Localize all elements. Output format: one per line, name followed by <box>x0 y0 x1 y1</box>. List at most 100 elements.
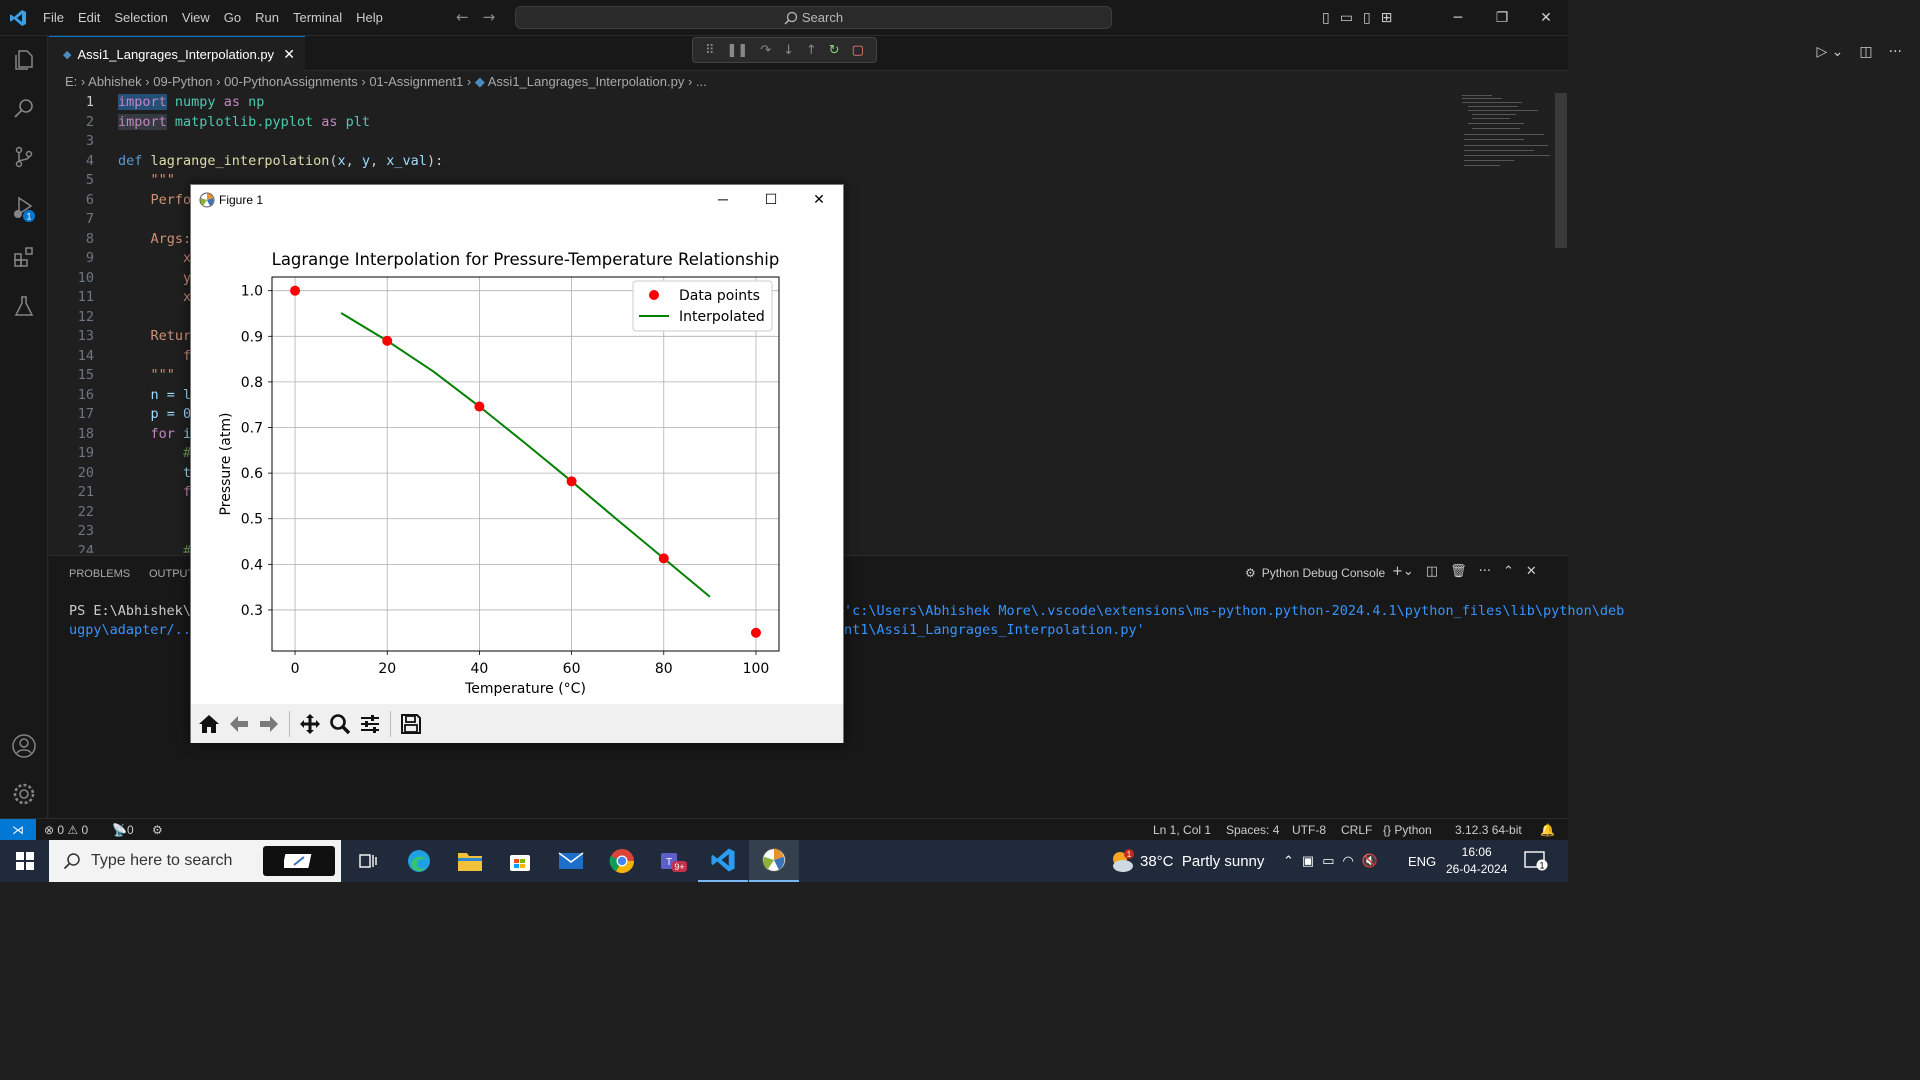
breadcrumb-item[interactable]: Assi1_Langrages_Interpolation.py <box>488 74 685 89</box>
toggle-panel-icon[interactable]: ▭ <box>1340 10 1353 26</box>
close-tab-icon[interactable]: ✕ <box>283 46 295 63</box>
close-icon[interactable]: ✕ <box>1524 10 1568 26</box>
meet-now-icon[interactable]: ▣ <box>1302 853 1314 869</box>
windows-start-icon[interactable] <box>0 840 50 882</box>
configure-subplots-icon[interactable] <box>358 712 382 736</box>
cursor-position[interactable]: Ln 1, Col 1 <box>1153 823 1211 837</box>
terminal-selector[interactable]: ⚙ Python Debug Console <box>1245 566 1385 580</box>
command-center-search[interactable]: Search <box>515 6 1112 29</box>
ports-status[interactable]: 📡0 <box>112 823 134 837</box>
line-number: 11 <box>77 289 94 305</box>
code-line: 13 Retur <box>49 327 191 347</box>
tab-output[interactable]: OUTPUT <box>149 568 194 580</box>
menu-item[interactable]: Terminal <box>286 10 349 25</box>
tab-assi1-langrages[interactable]: ◆ Assi1_Langrages_Interpolation.py ✕ <box>49 36 305 72</box>
explorer-icon[interactable] <box>0 36 48 84</box>
menu-item[interactable]: Selection <box>107 10 174 25</box>
file-explorer-icon[interactable] <box>445 840 495 882</box>
minimize-icon[interactable]: ─ <box>1436 10 1480 26</box>
close-panel-icon[interactable]: ✕ <box>1526 564 1537 579</box>
breadcrumb-item[interactable]: Abhishek <box>88 74 141 89</box>
edge-browser-icon[interactable] <box>394 840 444 882</box>
split-editor-icon[interactable]: ◫ <box>1859 44 1872 60</box>
teams-icon[interactable]: T 9+ <box>648 840 698 882</box>
breadcrumb-item[interactable]: 09-Python <box>153 74 212 89</box>
extensions-icon[interactable] <box>0 233 48 281</box>
testing-icon[interactable] <box>0 282 48 330</box>
new-terminal-icon[interactable]: +⌄ <box>1392 564 1414 579</box>
breadcrumb-item[interactable]: 01-Assignment1 <box>369 74 463 89</box>
task-view-icon[interactable] <box>343 840 393 882</box>
menu-item[interactable]: Go <box>217 10 248 25</box>
maximize-panel-icon[interactable]: ⌃ <box>1503 564 1514 579</box>
step-over-icon[interactable]: ↷ <box>760 43 771 58</box>
breadcrumb-item[interactable]: E: <box>65 74 77 89</box>
pan-move-icon[interactable] <box>298 712 322 736</box>
input-language[interactable]: ENG <box>1408 840 1436 882</box>
microsoft-store-icon[interactable] <box>495 840 545 882</box>
drag-handle-icon[interactable]: ⠿ <box>705 43 715 58</box>
split-terminal-icon[interactable]: ◫ <box>1426 564 1438 579</box>
plot-canvas[interactable]: Lagrange Interpolation for Pressure-Temp… <box>191 214 843 704</box>
step-out-icon[interactable]: ↑ <box>806 43 817 58</box>
toggle-primary-sidebar-icon[interactable]: ▯ <box>1322 10 1330 26</box>
language-mode[interactable]: {} Python <box>1383 823 1432 837</box>
accounts-icon[interactable] <box>0 722 48 770</box>
stop-icon[interactable]: ▢ <box>852 43 864 58</box>
source-control-icon[interactable] <box>0 133 48 181</box>
customize-layout-icon[interactable]: ⊞ <box>1381 10 1393 26</box>
chrome-browser-icon[interactable] <box>597 840 647 882</box>
pause-icon[interactable]: ❚❚ <box>726 43 748 58</box>
home-icon[interactable] <box>197 712 221 736</box>
problems-status[interactable]: ⊗ 0 ⚠ 0 <box>44 823 88 837</box>
editor-scrollbar[interactable] <box>1555 93 1567 248</box>
remote-indicator-icon[interactable]: ⋊ <box>0 819 36 841</box>
debug-status-icon[interactable]: ⚙ <box>152 823 163 837</box>
maximize-icon[interactable]: ☐ <box>747 185 795 214</box>
menu-item[interactable]: File <box>36 10 71 25</box>
encoding-status[interactable]: UTF-8 <box>1292 823 1326 837</box>
notifications-bell-icon[interactable]: 🔔 <box>1540 823 1555 837</box>
wifi-icon[interactable]: ◠ <box>1343 853 1354 869</box>
menu-item[interactable]: Help <box>349 10 390 25</box>
minimap[interactable] <box>1460 93 1552 173</box>
tab-problems[interactable]: PROBLEMS <box>69 568 130 580</box>
interpreter-status[interactable]: 3.12.3 64-bit <box>1455 823 1522 837</box>
indentation-status[interactable]: Spaces: 4 <box>1226 823 1279 837</box>
matplotlib-figure-taskbar-icon[interactable] <box>749 840 799 882</box>
trash-icon[interactable]: 🗑 <box>1450 564 1467 579</box>
more-icon[interactable]: ··· <box>1479 564 1491 579</box>
notification-center-icon[interactable]: 1 <box>1524 840 1548 882</box>
forward-arrow-icon[interactable] <box>257 712 281 736</box>
run-and-debug-icon[interactable]: 1 <box>0 184 48 232</box>
eol-status[interactable]: CRLF <box>1341 823 1372 837</box>
toggle-secondary-sidebar-icon[interactable]: ▯ <box>1363 10 1371 26</box>
run-python-file-icon[interactable]: ▷ ⌄ <box>1816 44 1843 60</box>
mail-icon[interactable] <box>546 840 596 882</box>
taskbar-search[interactable]: Type here to search <box>49 840 341 882</box>
step-into-icon[interactable]: ↓ <box>783 43 794 58</box>
clock[interactable]: 16:06 26-04-2024 <box>1446 840 1507 882</box>
breadcrumb-item[interactable]: ... <box>696 74 707 89</box>
forward-arrow-icon[interactable]: → <box>483 8 510 26</box>
restore-icon[interactable]: ❐ <box>1480 10 1524 26</box>
minimize-icon[interactable]: ─ <box>699 185 747 214</box>
battery-icon[interactable]: ▭ <box>1322 853 1334 869</box>
breadcrumb-item[interactable]: 00-PythonAssignments <box>224 74 358 89</box>
menu-item[interactable]: View <box>175 10 217 25</box>
close-icon[interactable]: ✕ <box>795 185 843 214</box>
save-figure-icon[interactable] <box>399 712 423 736</box>
manage-gear-icon[interactable] <box>0 770 48 818</box>
weather-widget[interactable]: 1 38°C Partly sunny <box>1108 840 1264 882</box>
volume-muted-icon[interactable]: 🔇 <box>1362 853 1378 869</box>
menu-item[interactable]: Edit <box>71 10 107 25</box>
show-hidden-icons-chevron-icon[interactable]: ⌃ <box>1283 853 1294 869</box>
menu-item[interactable]: Run <box>248 10 286 25</box>
restart-icon[interactable]: ↻ <box>829 43 840 58</box>
back-arrow-icon[interactable] <box>227 712 251 736</box>
more-actions-icon[interactable]: ··· <box>1889 44 1902 60</box>
vscode-taskbar-icon[interactable] <box>698 840 748 882</box>
zoom-magnifier-icon[interactable] <box>328 712 352 736</box>
search-icon[interactable] <box>0 84 48 132</box>
back-arrow-icon[interactable]: ← <box>456 8 483 26</box>
